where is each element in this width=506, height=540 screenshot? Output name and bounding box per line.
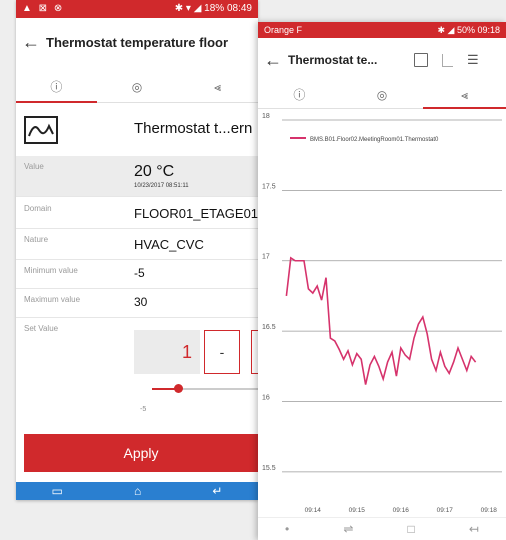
chart-legend: BMS.B01.Floor02.MeetingRoom01.Thermostat… xyxy=(290,137,439,143)
page-title: Thermostat temperature floor xyxy=(46,34,229,50)
y-tick-label: 17.5 xyxy=(262,183,276,190)
info-icon: ⓘ xyxy=(50,80,63,94)
device-name: Thermostat t...ern xyxy=(134,120,253,137)
nature-value: HVAC_CVC xyxy=(134,237,204,252)
status-right: ✱ ▾ ◢ 18% 08:49 xyxy=(174,3,252,14)
eye-icon: ◎ xyxy=(131,80,143,94)
chart-icon: ⪡ xyxy=(461,88,469,102)
y-tick-label: 15.5 xyxy=(262,465,276,472)
setvalue-display[interactable]: 1 xyxy=(134,330,200,374)
tab-bar-2: ⓘ ◎ ⪡ xyxy=(258,84,506,109)
min-label: Minimum value xyxy=(24,266,78,275)
legend-label: BMS.B01.Floor02.MeetingRoom01.Thermostat… xyxy=(310,137,439,143)
value-reading: 20 °C xyxy=(134,163,175,180)
waveform-icon xyxy=(24,116,58,144)
max-value: 30 xyxy=(134,295,148,309)
eye-icon: ◎ xyxy=(376,88,388,102)
minus-label: - xyxy=(219,344,225,360)
status-bar: ▲ ⊠ ⊗ ✱ ▾ ◢ 18% 08:49 xyxy=(16,0,258,18)
tab-watch-2[interactable]: ◎ xyxy=(341,84,424,108)
top-bar: ← Thermostat temperature floor xyxy=(16,22,258,62)
nav-bar: ▭ ⌂ ↵ xyxy=(16,482,258,500)
series-line xyxy=(285,256,477,385)
slider-min-label: -5 xyxy=(140,406,147,413)
top-bar-2: ← Thermostat te... ☰ xyxy=(258,42,506,78)
back-nav-icon[interactable]: ↵ xyxy=(212,484,222,498)
x-tick-label: 09:14 xyxy=(305,507,322,514)
value-label: Value xyxy=(24,162,44,171)
status-right-2: ✱ ◢ 50% 09:18 xyxy=(437,25,500,35)
y-tick-label: 16.5 xyxy=(262,324,276,331)
y-tick-label: 17 xyxy=(262,254,270,261)
setvalue-number: 1 xyxy=(181,342,192,362)
sliders-icon[interactable]: ☰ xyxy=(467,52,479,68)
domain-row: Domain FLOOR01_ETAGE01 xyxy=(16,198,258,229)
x-tick-label: 09:15 xyxy=(349,507,366,514)
battery-level: 18% xyxy=(204,3,225,14)
nature-row: Nature HVAC_CVC xyxy=(16,229,258,260)
slider-knob[interactable] xyxy=(173,384,183,393)
tab-info[interactable]: ⓘ xyxy=(16,74,97,103)
back-nav-icon-2[interactable]: ↤ xyxy=(469,522,479,536)
setvalue-section: Set Value 1 - + -5 xyxy=(16,318,258,424)
back-arrow-icon[interactable]: ← xyxy=(16,32,46,53)
tab-bar: ⓘ ◎ ⪡ xyxy=(16,74,258,103)
setvalue-label: Set Value xyxy=(24,324,59,333)
setvalue-slider[interactable] xyxy=(152,384,258,394)
x-tick-label: 09:17 xyxy=(437,507,454,514)
calendar-icon[interactable] xyxy=(414,53,428,67)
nav-bar-2: • ⇌ □ ↤ xyxy=(258,517,506,540)
x-tick-label: 09:16 xyxy=(393,507,410,514)
page-title-2: Thermostat te... xyxy=(288,53,378,67)
info-icon: ⓘ xyxy=(293,88,306,102)
temperature-chart: 1817.51716.51615.5 09:14 09:15 09:16 09:17 0… xyxy=(262,113,502,514)
decrement-button[interactable]: - xyxy=(204,330,240,374)
x-axis-ticks: 09:14 09:15 09:16 09:17 09:18 xyxy=(305,507,498,514)
chart-grid xyxy=(282,119,502,473)
value-timestamp: 10/23/2017 08:51:11 xyxy=(134,183,189,189)
dot-icon[interactable]: • xyxy=(285,522,289,536)
increment-button[interactable]: + xyxy=(251,330,258,374)
device-header: Thermostat t...ern xyxy=(16,104,258,156)
y-axis-ticks: 18 17.5 17 16.5 16 15.5 xyxy=(262,113,276,472)
status-bar-2: Orange F ✱ ◢ 50% 09:18 xyxy=(258,22,506,38)
notification-icons: ▲ ⊠ ⊗ xyxy=(22,3,65,14)
recent-apps-icon[interactable]: ▭ xyxy=(52,484,63,498)
home-icon[interactable]: ⌂ xyxy=(134,484,141,498)
tab-info-2[interactable]: ⓘ xyxy=(258,84,341,108)
status-time-2: 50% 09:18 xyxy=(456,25,500,35)
y-tick-label: 16 xyxy=(262,394,270,401)
status-time: 08:49 xyxy=(226,3,252,14)
carrier-name: Orange F xyxy=(264,25,303,35)
domain-label: Domain xyxy=(24,204,52,213)
tab-watch[interactable]: ◎ xyxy=(97,74,178,102)
domain-value: FLOOR01_ETAGE01 xyxy=(134,206,258,221)
tab-chart[interactable]: ⪡ xyxy=(177,74,258,102)
apply-button[interactable]: Apply xyxy=(24,434,258,472)
switch-icon[interactable]: ⇌ xyxy=(343,522,353,536)
max-row: Maximum value 30 xyxy=(16,289,258,318)
chart-icon: ⪡ xyxy=(214,80,222,94)
min-row: Minimum value -5 xyxy=(16,260,258,289)
back-arrow-icon[interactable]: ← xyxy=(258,50,288,71)
x-tick-label: 09:18 xyxy=(481,507,498,514)
tab-chart-2[interactable]: ⪡ xyxy=(423,84,506,109)
home-square-icon[interactable]: □ xyxy=(408,522,415,536)
y-tick-label: 18 xyxy=(262,113,270,120)
min-value: -5 xyxy=(134,266,145,280)
phone-device-detail: ▲ ⊠ ⊗ ✱ ▾ ◢ 18% 08:49 ← Thermostat tempe… xyxy=(16,0,258,500)
bar-chart-icon[interactable] xyxy=(442,53,453,67)
max-label: Maximum value xyxy=(24,295,81,304)
phone-chart-view: Orange F ✱ ◢ 50% 09:18 ← Thermostat te..… xyxy=(258,22,506,540)
value-row: Value 20 °C 10/23/2017 08:51:11 xyxy=(16,156,258,197)
apply-label: Apply xyxy=(123,445,159,461)
nature-label: Nature xyxy=(24,235,49,244)
